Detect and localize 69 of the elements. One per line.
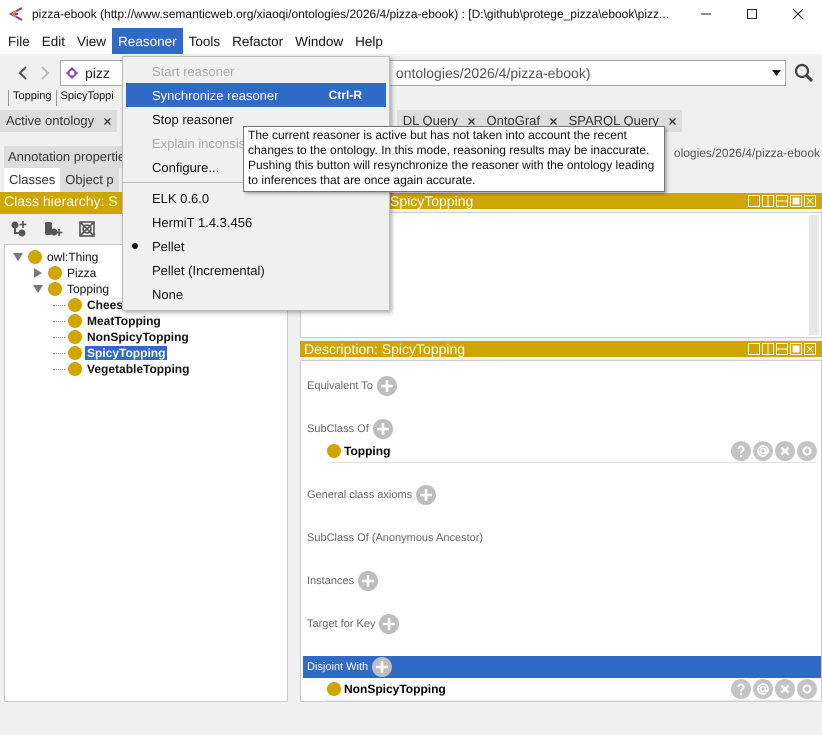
class-icon	[48, 266, 62, 280]
close-icon[interactable]	[792, 8, 804, 20]
menu-item[interactable]: Reasoner	[112, 28, 183, 54]
search-icon[interactable]	[794, 63, 814, 83]
tree-item[interactable]: MeatTopping	[85, 314, 163, 328]
panel-title: SpicyTopping	[390, 192, 474, 209]
section-label: Disjoint With	[307, 661, 368, 673]
expand-arrow-icon[interactable]	[33, 268, 43, 278]
close-icon[interactable]	[668, 118, 676, 126]
menu-item[interactable]: Tools	[182, 28, 226, 54]
class-icon	[327, 682, 341, 696]
tooltip: The current reasoner is active but has not taken into account the recent changes to the ontology. In this mode, reasoning results may be inaccurate. Pushing this button will resynchronize the reasoner with the ontology leading to inferences that are once again accurate.	[243, 126, 665, 192]
add-icon[interactable]	[372, 657, 392, 677]
ontology-icon	[65, 66, 79, 80]
tree-item[interactable]: Chees	[85, 298, 126, 312]
section-label: General class axioms	[307, 489, 412, 501]
menu-item[interactable]: Synchronize reasoner Ctrl-R	[126, 83, 386, 107]
close-icon[interactable]	[550, 118, 557, 126]
class-icon	[48, 282, 62, 296]
class-icon	[68, 314, 82, 328]
menu-radio-item[interactable]: Pellet (Incremental)	[126, 258, 386, 282]
delete-class-icon[interactable]	[78, 220, 96, 238]
class-icon	[68, 330, 82, 344]
section-label: Equivalent To	[307, 380, 373, 392]
section-label: Target for Key	[307, 618, 376, 630]
class-icon	[327, 444, 341, 458]
menu-radio-item[interactable]: None	[126, 282, 386, 306]
app-logo-icon	[8, 6, 24, 22]
menu-item[interactable]: Refactor	[226, 28, 290, 54]
collapse-arrow-icon[interactable]	[13, 252, 23, 262]
tree-item[interactable]: Topping	[65, 282, 112, 296]
menu-item[interactable]: Edit	[36, 28, 72, 54]
class-icon	[68, 362, 82, 376]
panel-title: Description: SpicyTopping	[304, 341, 466, 357]
panel-controls-icon[interactable]	[748, 194, 818, 207]
section-header-highlight[interactable]: Disjoint With	[303, 656, 821, 678]
section-label: Instances	[307, 575, 354, 587]
ontology-label: ologies/2026/4/pizza-ebook	[674, 145, 821, 160]
tab[interactable]: Object p	[60, 168, 119, 192]
section-label: SubClass Of (Anonymous Ancestor)	[307, 532, 484, 544]
tree-item[interactable]: NonSpicyTopping	[85, 330, 191, 344]
tab[interactable]: Active ontology	[0, 110, 117, 132]
menu-item[interactable]: Window	[289, 28, 350, 54]
close-icon[interactable]	[104, 118, 111, 126]
tree-item[interactable]: Pizza	[65, 266, 98, 280]
tree-item[interactable]: owl:Thing	[45, 250, 100, 264]
tree-item[interactable]: VegetableTopping	[85, 362, 192, 376]
tab[interactable]: Classes	[4, 168, 60, 192]
class-name[interactable]: NonSpicyTopping	[344, 682, 446, 696]
dropdown-caret-icon[interactable]	[772, 70, 781, 76]
menu-radio-item[interactable]: Pellet	[126, 234, 386, 258]
collapse-arrow-icon[interactable]	[33, 284, 43, 294]
class-name[interactable]: Topping	[344, 444, 390, 458]
class-icon	[68, 298, 82, 312]
scrollbar[interactable]	[809, 214, 819, 335]
section-label: SubClass Of	[307, 423, 369, 435]
panel-controls-icon[interactable]	[748, 343, 818, 355]
tree-item[interactable]: SpicyTopping	[85, 346, 168, 360]
menu-item[interactable]: View	[71, 28, 112, 54]
breadcrumb-link[interactable]: SpicyToppi	[56, 90, 114, 106]
maximize-icon[interactable]	[746, 8, 758, 20]
class-icon	[68, 346, 82, 360]
window-title: pizza-ebook (http://www.semanticweb.org/xiaoqi/ontologies/2026/4/pizza-ebook) : [D:\github\protege_pizza\ebook\pizz...	[32, 7, 670, 21]
menu-item[interactable]: File	[2, 28, 36, 54]
class-icon	[28, 250, 42, 264]
breadcrumb-link[interactable]: Topping	[8, 90, 52, 106]
close-icon[interactable]	[468, 118, 475, 126]
add-sibling-icon[interactable]	[44, 220, 64, 238]
menu-item[interactable]: Help	[349, 28, 389, 54]
